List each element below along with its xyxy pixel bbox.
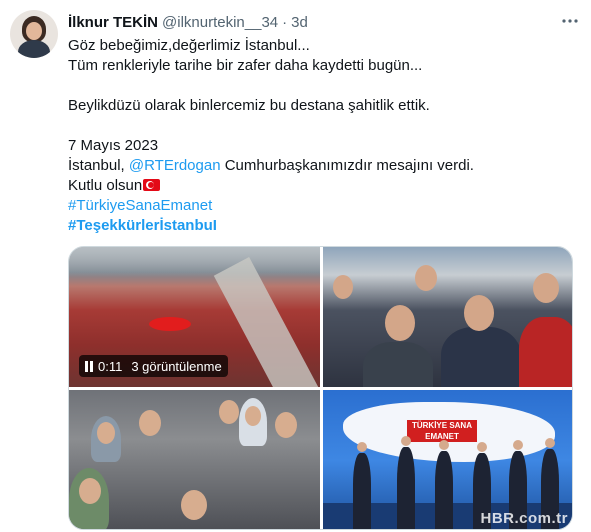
date-line: 7 Mayıs 2023 (68, 137, 159, 154)
more-horizontal-icon[interactable] (559, 10, 581, 32)
stage-banner: TÜRKİYE SANA EMANET (407, 420, 477, 442)
wish-text: Kutlu olsun (68, 177, 143, 194)
pause-icon[interactable] (85, 360, 93, 372)
watermark: HBR.com.tr (480, 510, 568, 527)
hashtag-link[interactable]: #TeşekkürlerİstanbuI (68, 217, 217, 234)
video-time: 0:11 (98, 358, 123, 374)
user-handle[interactable]: @ilknurtekin__34 (162, 14, 278, 31)
avatar[interactable] (10, 10, 58, 58)
tweet-line: Tüm renkleriyle tarihe bir zafer daha ka… (68, 57, 423, 74)
turkey-flag-icon (143, 179, 161, 191)
bus-photo[interactable] (69, 390, 320, 529)
selfie-photo[interactable] (323, 247, 572, 387)
media-grid: 0:11 3 görüntülenme TÜRKİYE SANA EMANET … (68, 246, 573, 530)
mention-suffix: Cumhurbaşkanımızdır mesajını verdi. (220, 157, 474, 174)
separator: · (282, 13, 288, 31)
video-info[interactable]: 0:11 3 görüntülenme (79, 355, 228, 377)
rally-video[interactable]: 0:11 3 görüntülenme (69, 247, 320, 387)
tweet[interactable]: İlknur TEKİN @ilknurtekin__34 · 3d Göz b… (0, 0, 591, 532)
wish-line: Kutlu olsun (68, 176, 573, 196)
mention-link[interactable]: @RTErdogan (129, 157, 221, 174)
tweet-header: İlknur TEKİN @ilknurtekin__34 · 3d (68, 12, 308, 32)
display-name[interactable]: İlknur TEKİN (68, 14, 158, 31)
stage-photo[interactable]: TÜRKİYE SANA EMANET HBR.com.tr (323, 390, 572, 529)
video-views: 3 görüntülenme (131, 358, 222, 374)
hashtag-link[interactable]: #TürkiyeSanaEmanet (68, 197, 212, 214)
timestamp[interactable]: 3d (291, 14, 308, 31)
mention-prefix: İstanbul, (68, 157, 129, 174)
tweet-text: Göz bebeğimiz,değerlimiz İstanbul... Tüm… (68, 36, 573, 236)
tweet-line: Beylikdüzü olarak binlercemiz bu destana… (68, 97, 430, 114)
mention-line: İstanbul, @RTErdogan Cumhurbaşkanımızdır… (68, 156, 573, 176)
tweet-line: Göz bebeğimiz,değerlimiz İstanbul... (68, 37, 310, 54)
